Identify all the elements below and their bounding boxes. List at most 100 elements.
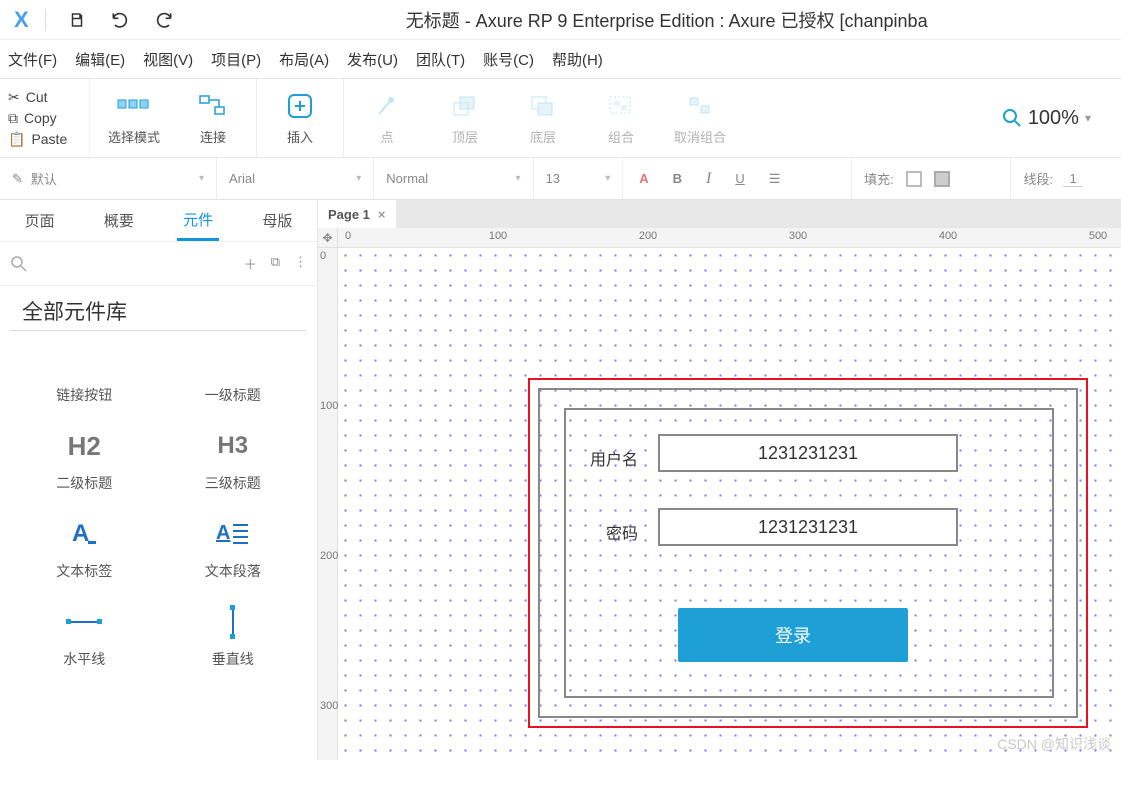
text-format-group: A B I U ☰ xyxy=(623,158,852,199)
back-label: 底层 xyxy=(530,127,556,146)
paste-label: Paste xyxy=(31,131,67,147)
menu-file[interactable]: 文件(F) xyxy=(8,49,57,70)
tab-outline[interactable]: 概要 xyxy=(98,202,140,239)
zoom-control[interactable]: 100% ▾ xyxy=(1002,79,1091,157)
cards-icon[interactable]: ⧉ xyxy=(271,254,280,273)
bring-front-button: 顶层 xyxy=(440,91,490,146)
italic-button[interactable]: I xyxy=(702,168,715,190)
text-color-button[interactable]: A xyxy=(635,169,652,188)
chevron-down-icon: ▾ xyxy=(516,173,521,184)
font-selector[interactable]: Arial ▾ xyxy=(217,158,374,199)
redo-icon[interactable] xyxy=(154,10,174,30)
canvas-input-password[interactable]: 1231231231 xyxy=(658,508,958,546)
style-edit-icon: ✎ xyxy=(12,171,23,187)
paragraph-icon: A xyxy=(216,517,250,551)
canvas-wrap: Page 1 × ✥ 0 100 200 300 400 500 0 100 2… xyxy=(318,200,1121,760)
menu-team[interactable]: 团队(T) xyxy=(416,49,465,70)
ruler-tick: 100 xyxy=(489,230,507,242)
ruler-tick: 300 xyxy=(320,700,338,712)
hline-icon xyxy=(64,605,104,639)
canvas-input-username[interactable]: 1231231231 xyxy=(658,434,958,472)
text-label-icon: A xyxy=(68,517,100,551)
menu-edit[interactable]: 编辑(E) xyxy=(75,49,125,70)
tool-group-main: 选择模式 连接 xyxy=(90,79,256,157)
canvas-input-value: 1231231231 xyxy=(758,517,858,538)
page-tab[interactable]: Page 1 × xyxy=(318,200,396,228)
search-icon[interactable] xyxy=(10,255,28,273)
tab-pages[interactable]: 页面 xyxy=(19,202,61,239)
canvas-label-password[interactable]: 密码 xyxy=(606,520,638,544)
bold-button[interactable]: B xyxy=(669,169,686,188)
connect-label: 连接 xyxy=(200,127,226,146)
menu-view[interactable]: 视图(V) xyxy=(143,49,193,70)
more-icon[interactable]: ⋮ xyxy=(294,254,307,273)
bullet-list-button[interactable]: ☰ xyxy=(765,169,785,189)
send-back-button: 底层 xyxy=(518,91,568,146)
widget-h2[interactable]: H2二级标题 xyxy=(20,429,149,493)
widget-text-label[interactable]: A文本标签 xyxy=(20,517,149,581)
paste-icon: 📋 xyxy=(8,131,25,148)
ungroup-icon xyxy=(687,91,713,121)
weight-selector[interactable]: Normal ▾ xyxy=(374,158,533,199)
underline-button[interactable]: U xyxy=(731,169,748,188)
menu-arrange[interactable]: 布局(A) xyxy=(279,49,329,70)
side-panel: 页面 概要 元件 母版 ＋ ⧉ ⋮ 全部元件库 链接按钮 一级标题 H2二级标题… xyxy=(0,200,318,760)
group-icon xyxy=(608,91,634,121)
chevron-down-icon: ▾ xyxy=(356,173,361,184)
insert-button[interactable]: 插入 xyxy=(275,91,325,146)
point-label: 点 xyxy=(381,127,394,146)
tab-widgets[interactable]: 元件 xyxy=(177,201,219,241)
add-icon[interactable]: ＋ xyxy=(244,254,257,273)
menu-account[interactable]: 账号(C) xyxy=(483,49,534,70)
widget-vline[interactable]: 垂直线 xyxy=(169,605,298,669)
canvas-login-button[interactable]: 登录 xyxy=(678,608,908,662)
point-button: 点 xyxy=(362,91,412,146)
widget-paragraph[interactable]: A文本段落 xyxy=(169,517,298,581)
side-actions: ＋ ⧉ ⋮ xyxy=(244,254,307,273)
fill-border-swatch[interactable] xyxy=(906,171,922,187)
menu-project[interactable]: 项目(P) xyxy=(211,49,261,70)
widget-label: 水平线 xyxy=(63,649,105,669)
chevron-down-icon[interactable]: ▾ xyxy=(1085,111,1091,125)
toolbar: ✂Cut ⧉Copy 📋 Paste 选择模式 连接 插入 点 顶层 底层 xyxy=(0,78,1121,158)
ruler-tick: 300 xyxy=(789,230,807,242)
widget-label: 链接按钮 xyxy=(56,385,112,405)
paste-button[interactable]: 📋 Paste xyxy=(6,130,83,149)
window-title: 无标题 - Axure RP 9 Enterprise Edition : Ax… xyxy=(406,7,928,33)
undo-icon[interactable] xyxy=(110,10,130,30)
ruler-tick: 0 xyxy=(320,250,326,262)
fill-color-swatch[interactable] xyxy=(934,171,950,187)
size-selector[interactable]: 13 ▾ xyxy=(534,158,624,199)
vline-icon xyxy=(223,605,243,639)
menu-help[interactable]: 帮助(H) xyxy=(552,49,603,70)
library-header[interactable]: 全部元件库 xyxy=(10,286,307,331)
widget-hline[interactable]: 水平线 xyxy=(20,605,149,669)
tab-masters[interactable]: 母版 xyxy=(256,202,298,239)
ruler-horizontal[interactable]: 0 100 200 300 400 500 xyxy=(338,228,1121,248)
widget-list: 链接按钮 一级标题 H2二级标题 H3三级标题 A文本标签 A文本段落 水平线 … xyxy=(0,341,317,669)
copy-button[interactable]: ⧉Copy xyxy=(6,109,83,128)
weight-value: Normal xyxy=(386,171,428,186)
ruler-origin[interactable]: ✥ xyxy=(318,228,338,248)
cut-button[interactable]: ✂Cut xyxy=(6,88,83,107)
widget-link-button[interactable]: 链接按钮 xyxy=(20,341,149,405)
menu-publish[interactable]: 发布(U) xyxy=(347,49,398,70)
ruler-tick: 200 xyxy=(320,550,338,562)
connect-button[interactable]: 连接 xyxy=(188,91,238,146)
widget-h1[interactable]: 一级标题 xyxy=(169,341,298,405)
style-selector[interactable]: ✎ 默认 ▾ xyxy=(0,158,217,199)
style-value: 默认 xyxy=(31,169,57,188)
fill-label: 填充: xyxy=(864,169,894,188)
copy-label: Copy xyxy=(24,110,57,126)
widget-h3[interactable]: H3三级标题 xyxy=(169,429,298,493)
group-button: 组合 xyxy=(596,91,646,146)
close-icon[interactable]: × xyxy=(378,207,386,222)
save-icon[interactable] xyxy=(68,11,86,29)
select-mode-button[interactable]: 选择模式 xyxy=(108,91,160,146)
front-icon xyxy=(452,91,478,121)
canvas[interactable]: 用户名 1231231231 密码 1231231231 登录 xyxy=(338,248,1121,760)
canvas-label-username[interactable]: 用户名 xyxy=(590,446,638,470)
ruler-vertical[interactable]: 0 100 200 300 xyxy=(318,248,338,760)
line-width-value[interactable]: 1 xyxy=(1063,171,1083,187)
search-zoom-icon xyxy=(1002,108,1022,128)
